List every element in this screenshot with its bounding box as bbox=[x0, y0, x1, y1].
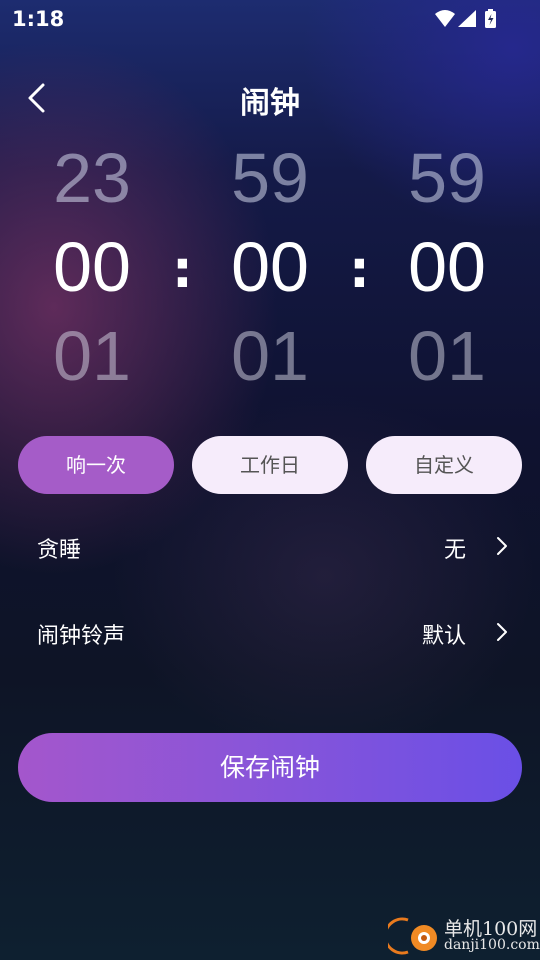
hour-current[interactable]: 00 bbox=[22, 227, 162, 307]
chevron-right-icon bbox=[497, 623, 507, 641]
time-separator: : bbox=[349, 240, 370, 300]
snooze-row[interactable]: 贪睡 无 bbox=[0, 518, 540, 578]
watermark-logo-icon bbox=[388, 917, 437, 955]
ringtone-row[interactable]: 闹钟铃声 默认 bbox=[0, 604, 540, 664]
second-current[interactable]: 00 bbox=[377, 227, 517, 307]
snooze-label: 贪睡 bbox=[37, 538, 82, 563]
ringtone-label: 闹钟铃声 bbox=[37, 624, 126, 649]
minute-prev[interactable]: 59 bbox=[200, 138, 340, 218]
minute-current[interactable]: 00 bbox=[200, 227, 340, 307]
second-next[interactable]: 01 bbox=[377, 316, 517, 396]
time-separator: : bbox=[172, 240, 193, 300]
minute-next[interactable]: 01 bbox=[200, 316, 340, 396]
repeat-once-button[interactable]: 响一次 bbox=[18, 436, 174, 494]
save-alarm-button[interactable]: 保存闹钟 bbox=[18, 733, 522, 802]
watermark: 单机100网 danji100.com bbox=[388, 914, 540, 958]
hour-prev[interactable]: 23 bbox=[22, 138, 162, 218]
chevron-right-icon bbox=[497, 537, 507, 555]
repeat-workday-button[interactable]: 工作日 bbox=[192, 436, 348, 494]
snooze-value: 无 bbox=[443, 538, 466, 563]
ringtone-value: 默认 bbox=[421, 624, 466, 649]
repeat-custom-button[interactable]: 自定义 bbox=[366, 436, 522, 494]
watermark-url: danji100.com bbox=[444, 937, 540, 953]
hour-next[interactable]: 01 bbox=[22, 316, 162, 396]
second-prev[interactable]: 59 bbox=[377, 138, 517, 218]
